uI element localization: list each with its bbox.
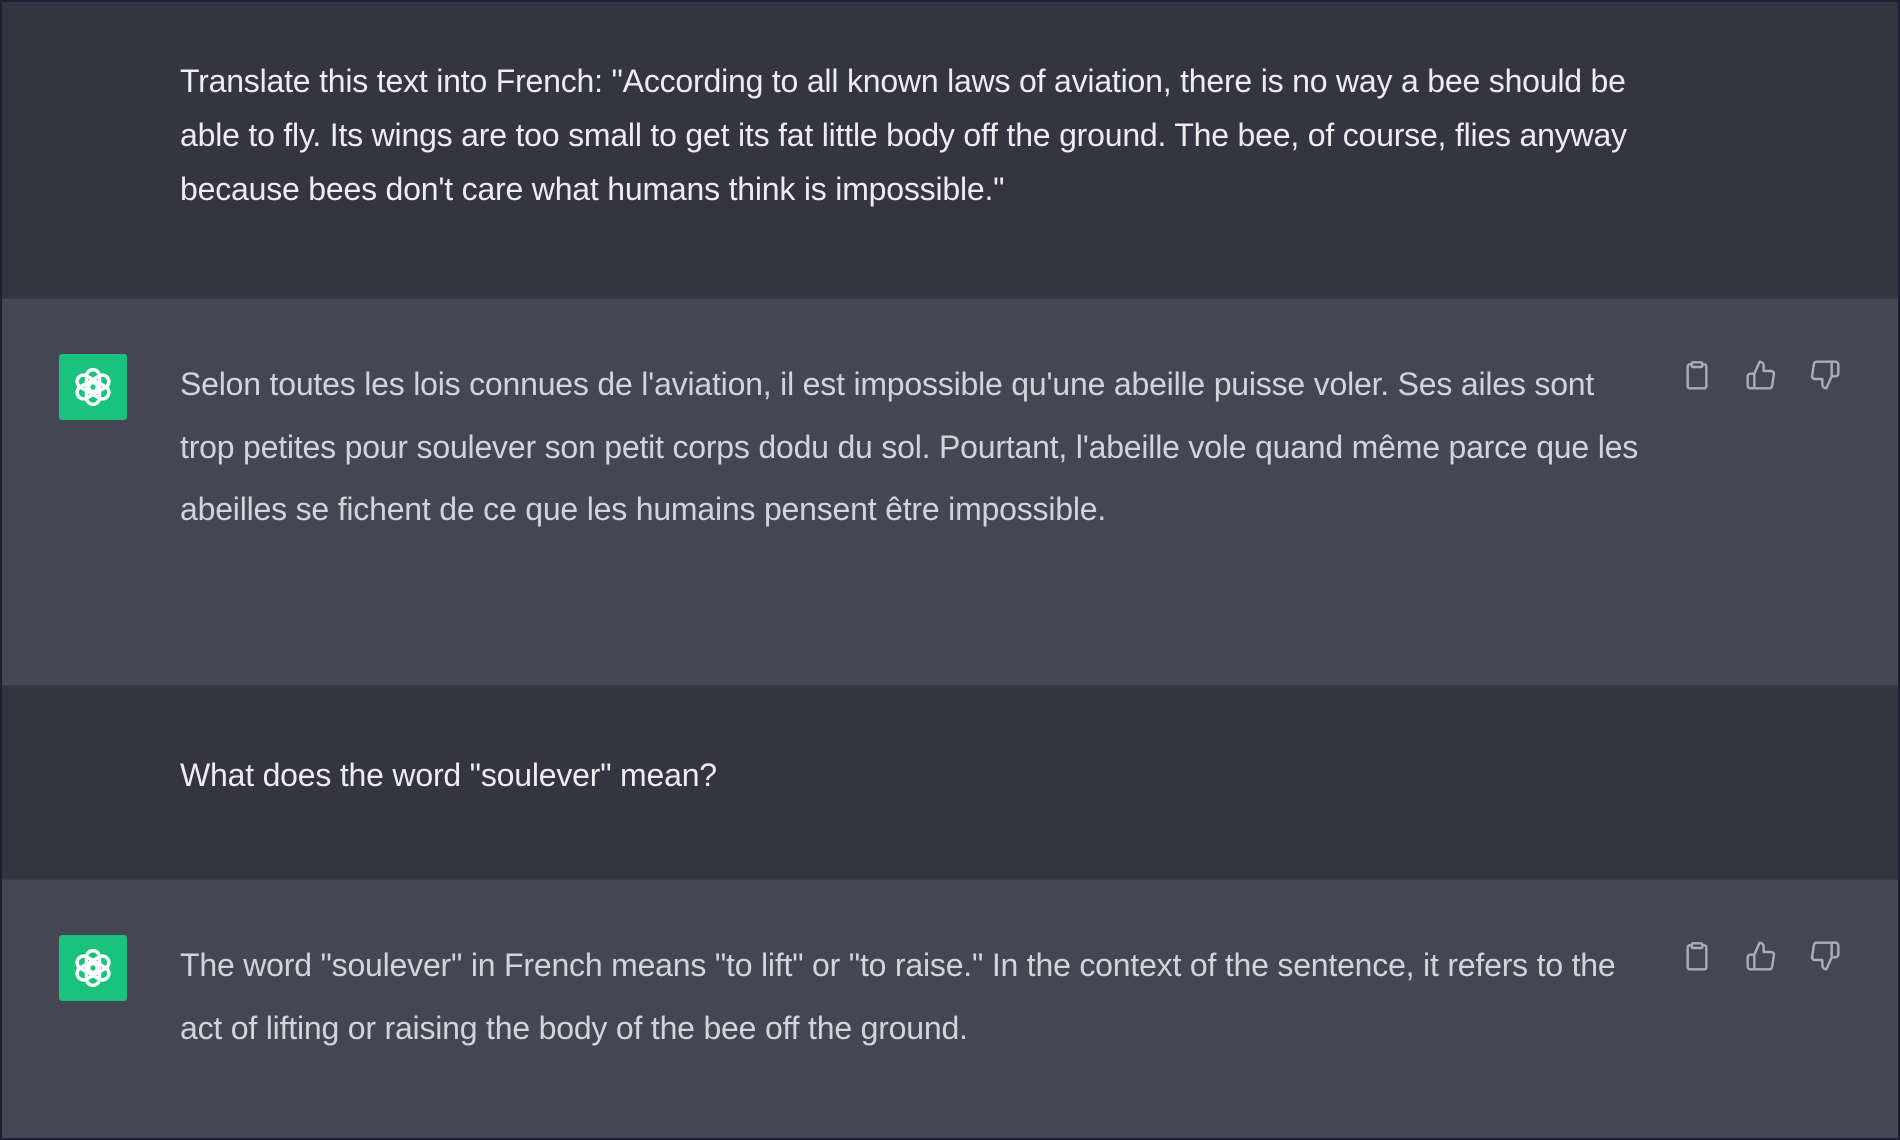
openai-logo-icon xyxy=(59,935,127,1001)
clipboard-icon xyxy=(1686,942,1708,971)
user-message: Translate this text into French: "Accord… xyxy=(2,2,1898,298)
chat-window: Translate this text into French: "Accord… xyxy=(0,0,1900,1140)
copy-button[interactable] xyxy=(1680,358,1714,392)
user-message-text: What does the word "soulever" mean? xyxy=(180,757,717,793)
assistant-message: The word "soulever" in French means "to … xyxy=(2,879,1898,1138)
thumbs-down-icon xyxy=(1810,941,1840,971)
thumbs-up-icon xyxy=(1746,360,1776,390)
thumbs-up-icon xyxy=(1746,941,1776,971)
copy-button[interactable] xyxy=(1680,939,1714,973)
assistant-message: Selon toutes les lois connues de l'aviat… xyxy=(2,298,1898,686)
thumbs-down-button[interactable] xyxy=(1808,358,1842,392)
message-actions xyxy=(1680,358,1842,392)
assistant-message-text: Selon toutes les lois connues de l'aviat… xyxy=(180,366,1647,527)
message-actions xyxy=(1680,939,1842,973)
thumbs-up-button[interactable] xyxy=(1744,358,1778,392)
thumbs-down-icon xyxy=(1810,360,1840,390)
openai-logo-icon xyxy=(59,354,127,420)
assistant-message-text: The word "soulever" in French means "to … xyxy=(180,947,1625,1046)
clipboard-icon xyxy=(1686,361,1708,390)
user-message: What does the word "soulever" mean? xyxy=(2,686,1898,879)
thumbs-down-button[interactable] xyxy=(1808,939,1842,973)
thumbs-up-button[interactable] xyxy=(1744,939,1778,973)
user-message-text: Translate this text into French: "Accord… xyxy=(180,63,1636,207)
